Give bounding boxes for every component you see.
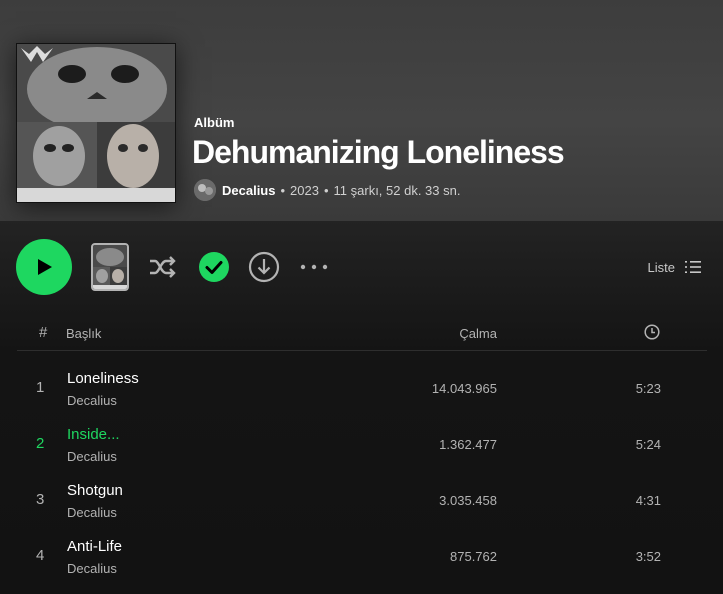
tracklist-header: # Başlık Çalma — [17, 318, 707, 351]
track-row[interactable]: 4 Anti-Life Decalius 875.762 3:52 — [17, 530, 707, 586]
album-title: Dehumanizing Loneliness — [192, 134, 565, 170]
separator-dot: • — [280, 182, 286, 198]
album-meta: Decalius • 2023 • 11 şarkı, 52 dk. 33 sn… — [194, 178, 460, 202]
track-number: 1 — [36, 379, 45, 396]
track-artist[interactable]: Decalius — [67, 505, 117, 520]
column-plays[interactable]: Çalma — [459, 326, 497, 341]
more-options-button[interactable] — [298, 251, 330, 283]
track-title[interactable]: Shotgun — [67, 482, 123, 499]
saved-to-library-button[interactable] — [198, 251, 230, 283]
track-plays: 875.762 — [450, 549, 497, 564]
download-button[interactable] — [248, 251, 280, 283]
track-duration: 4:31 — [635, 493, 661, 508]
track-plays: 3.035.458 — [439, 493, 497, 508]
play-icon — [38, 259, 52, 275]
list-icon — [685, 261, 701, 273]
column-title[interactable]: Başlık — [66, 326, 101, 341]
download-icon — [248, 251, 280, 283]
track-duration: 5:24 — [635, 437, 661, 452]
track-title[interactable]: Anti-Life — [67, 538, 122, 555]
view-toggle-button[interactable]: Liste — [648, 259, 701, 275]
column-number: # — [39, 324, 48, 341]
view-toggle-label: Liste — [647, 259, 675, 275]
album-cover — [16, 43, 176, 203]
clock-icon — [644, 324, 660, 340]
track-duration: 5:23 — [635, 381, 661, 396]
preview-cover-button[interactable] — [91, 243, 129, 291]
track-title[interactable]: Inside... — [67, 426, 120, 443]
track-number: 3 — [36, 491, 45, 508]
action-bar: Liste — [0, 221, 723, 313]
track-artist[interactable]: Decalius — [67, 449, 117, 464]
track-number: 4 — [36, 547, 45, 564]
album-header: Albüm Dehumanizing Loneliness Decalius •… — [0, 0, 723, 221]
track-artist[interactable]: Decalius — [67, 561, 117, 576]
track-plays: 14.043.965 — [431, 381, 497, 396]
shuffle-button[interactable] — [147, 251, 179, 283]
album-cover-art — [17, 44, 175, 202]
track-row[interactable]: 1 Loneliness Decalius 14.043.965 5:23 — [17, 362, 707, 418]
shuffle-icon — [150, 256, 176, 278]
album-type-label: Albüm — [194, 115, 235, 130]
column-duration[interactable] — [644, 324, 660, 343]
album-year: 2023 — [290, 182, 319, 198]
preview-cover-art — [93, 245, 127, 289]
track-row[interactable]: 2 Inside... Decalius 1.362.477 5:24 — [17, 418, 707, 474]
track-title[interactable]: Loneliness — [67, 370, 139, 387]
track-duration: 3:52 — [635, 549, 661, 564]
artist-avatar[interactable] — [194, 179, 216, 201]
track-plays: 1.362.477 — [439, 437, 497, 452]
check-circle-icon — [199, 252, 229, 282]
play-button[interactable] — [16, 239, 72, 295]
more-icon — [300, 264, 328, 270]
separator-dot: • — [323, 182, 329, 198]
artist-link[interactable]: Decalius — [222, 183, 275, 198]
album-summary: 11 şarkı, 52 dk. 33 sn. — [333, 182, 461, 198]
track-number: 2 — [36, 435, 45, 452]
track-row[interactable]: 3 Shotgun Decalius 3.035.458 4:31 — [17, 474, 707, 530]
track-artist[interactable]: Decalius — [67, 393, 117, 408]
